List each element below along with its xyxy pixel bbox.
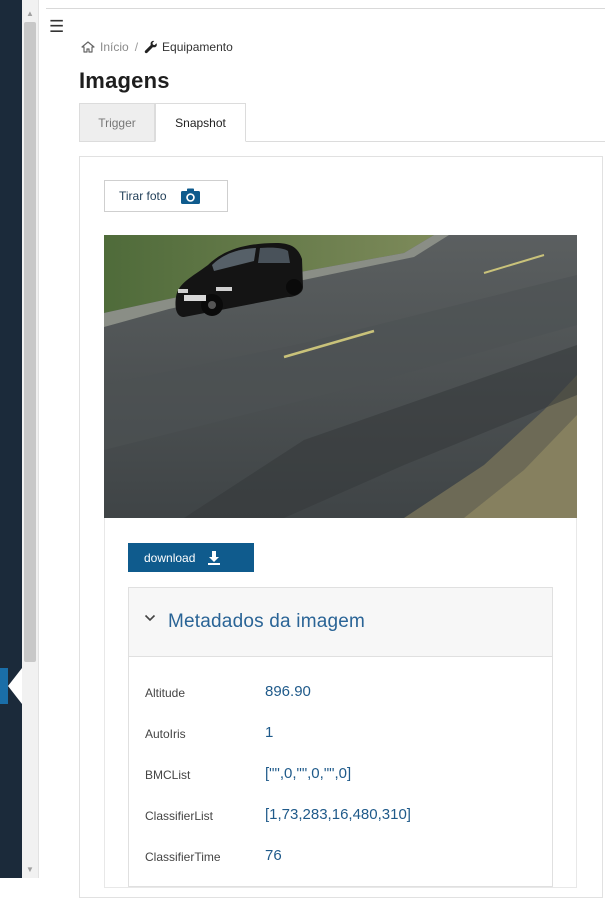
camera-icon (180, 188, 200, 204)
metadata-accordion: Metadados da imagem Altitude 896.90 Auto… (128, 587, 553, 887)
metadata-title: Metadados da imagem (168, 611, 366, 632)
metadata-list: Altitude 896.90 AutoIris 1 BMCList ["",0… (129, 683, 552, 888)
nav-rail (0, 0, 22, 878)
download-icon (208, 550, 221, 565)
metadata-key: ClassifierList (145, 809, 214, 823)
download-button[interactable]: download (128, 543, 254, 572)
tab-trigger[interactable]: Trigger (79, 103, 155, 141)
metadata-row: BMCList ["",0,"",0,"",0] (129, 765, 552, 806)
chevron-down-icon (144, 614, 156, 622)
top-divider (46, 8, 605, 9)
take-photo-label: Tirar foto (119, 189, 167, 203)
metadata-key: AutoIris (145, 727, 186, 741)
metadata-row: ClassifierList [1,73,283,16,480,310] (129, 806, 552, 847)
metadata-key: BMCList (145, 768, 191, 782)
metadata-value: [1,73,283,16,480,310] (265, 806, 411, 823)
metadata-value: 896.90 (265, 683, 311, 700)
metadata-key: Altitude (145, 686, 186, 700)
breadcrumb-separator: / (134, 40, 139, 54)
download-label: download (144, 550, 196, 565)
metadata-row: AutoIris 1 (129, 724, 552, 765)
tab-snapshot[interactable]: Snapshot (155, 103, 246, 142)
metadata-row: ClassifierTime 76 (129, 847, 552, 888)
metadata-value: 1 (265, 724, 274, 741)
metadata-value: ["",0,"",0,"",0] (265, 765, 352, 782)
breadcrumb-current: Equipamento (162, 40, 233, 54)
metadata-header[interactable]: Metadados da imagem (129, 588, 552, 657)
metadata-row: Altitude 896.90 (129, 683, 552, 724)
page-title: Imagens (79, 68, 170, 93)
chevron-left-icon[interactable] (8, 668, 22, 704)
breadcrumb-home-link[interactable]: Início (100, 40, 129, 54)
sidebar-toggle-accent (0, 668, 8, 704)
metadata-key: ClassifierTime (145, 850, 221, 864)
take-photo-button[interactable]: Tirar foto (104, 180, 228, 212)
scrollbar-thumb[interactable] (24, 22, 36, 662)
snapshot-image (104, 235, 577, 518)
metadata-value: 76 (265, 847, 282, 864)
list-icon[interactable]: ☰ (49, 18, 64, 35)
page-scrollbar[interactable]: ▲ ▼ (22, 0, 39, 878)
scroll-up-icon[interactable]: ▲ (26, 10, 34, 18)
home-icon (81, 41, 95, 53)
breadcrumb: Início / Equipamento (81, 40, 233, 54)
scroll-down-icon[interactable]: ▼ (26, 866, 34, 874)
wrench-icon (144, 40, 157, 54)
tab-bar: Trigger Snapshot (79, 103, 605, 142)
